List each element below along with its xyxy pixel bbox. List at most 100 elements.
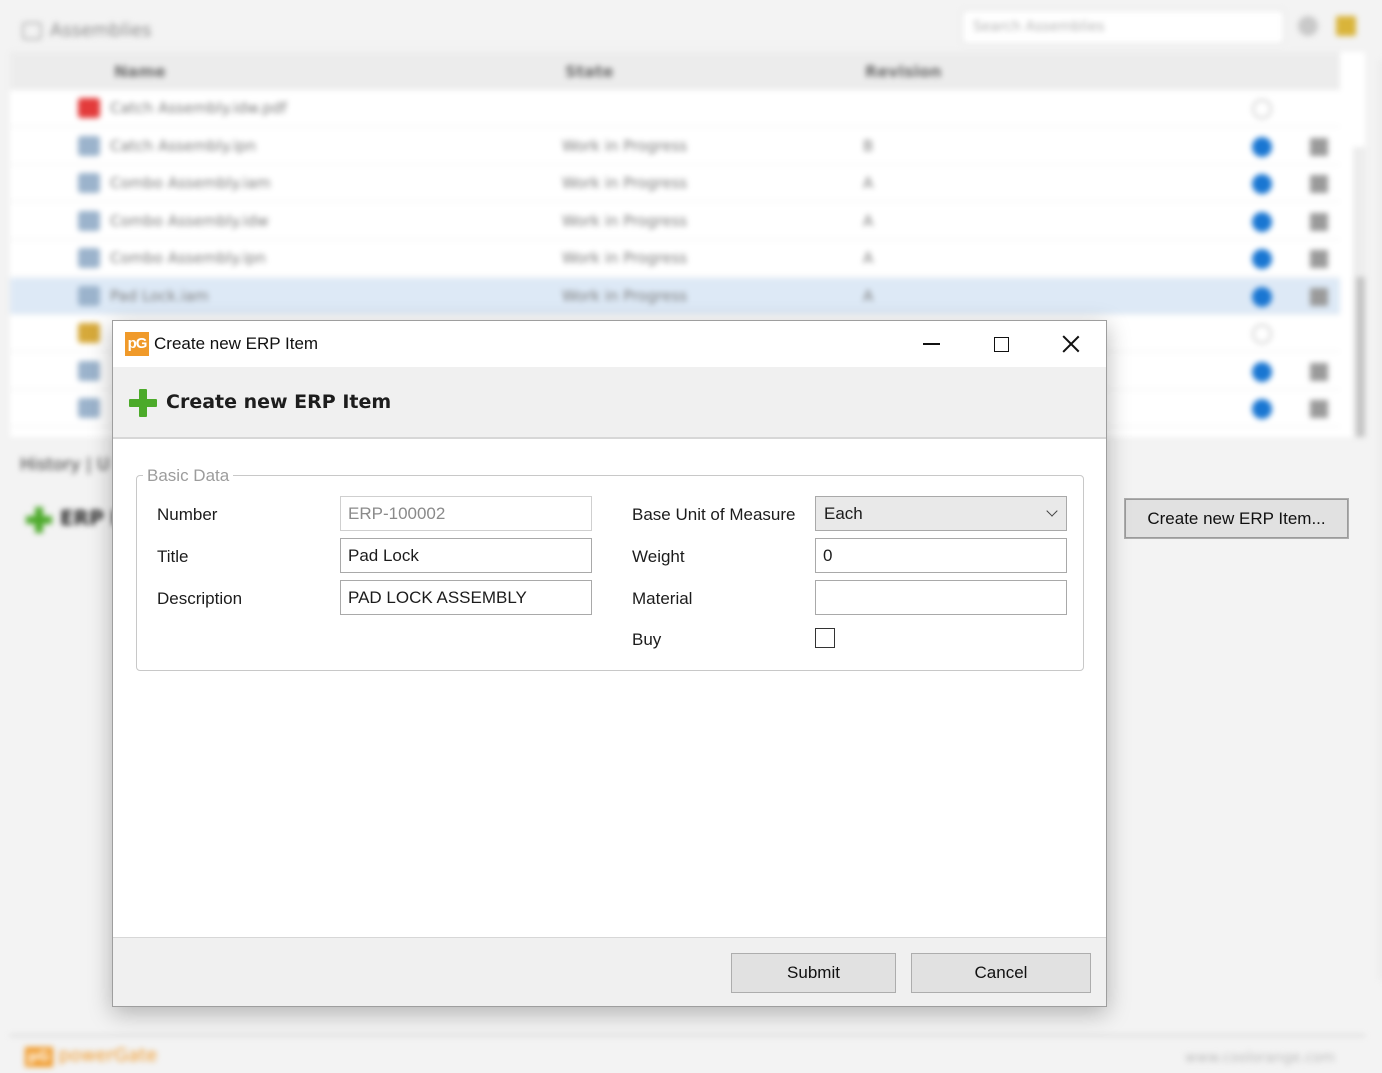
row-state: Work in Progress [562,174,688,192]
brand: pG powerGate [25,1045,157,1067]
plus-icon [26,506,52,533]
powergate-logo-icon: pG [25,1047,53,1067]
row-revision: B [863,136,874,155]
item-link-icon[interactable] [1310,137,1328,156]
base-unit-value: Each [824,504,863,523]
table-row[interactable]: Combo Assembly.idw Work in Progress A [10,203,1340,240]
status-icon [1252,136,1272,157]
number-field[interactable]: ERP-100002 [340,496,592,531]
item-link-icon[interactable] [1310,212,1328,231]
base-unit-select[interactable]: Each [815,496,1067,531]
row-revision: A [863,211,874,230]
erp-label: ERP I [60,506,119,530]
settings-icon[interactable] [1298,16,1318,36]
maximize-icon [993,336,1009,352]
powergate-app-icon: pG [125,332,149,356]
minimize-button[interactable] [896,321,966,367]
drawing-file-icon [78,210,100,231]
close-icon [1062,335,1080,353]
box-icon [22,22,42,40]
row-name: Combo Assembly.ipn [110,249,266,267]
row-state: Work in Progress [562,211,688,230]
title-label: Title [157,547,189,566]
maximize-button[interactable] [966,321,1036,367]
buy-checkbox[interactable] [815,628,835,648]
material-label: Material [632,589,693,608]
erp-tab-heading: ERP I [26,506,118,533]
row-name: Combo Assembly.idw [110,211,269,230]
dialog-heading: Create new ERP Item [166,391,392,413]
row-state: Work in Progress [562,286,688,305]
status-icon [1252,324,1272,344]
status-icon [1252,249,1272,269]
dialog-footer: Submit Cancel [113,937,1106,1006]
row-state: Work in Progress [562,249,688,267]
filter-icon[interactable] [1336,16,1356,36]
weight-label: Weight [632,547,685,566]
cancel-button[interactable]: Cancel [911,953,1091,993]
item-link-icon[interactable] [1310,287,1328,306]
base-unit-label: Base Unit of Measure [632,505,796,524]
row-name: Combo Assembly.iam [110,174,271,192]
buy-label: Buy [632,630,662,649]
presentation-file-icon [78,135,100,156]
title-field[interactable]: Pad Lock [340,538,592,573]
column-header-revision[interactable]: Revision [865,62,941,81]
row-name: Pad Lock.iam [110,286,209,305]
create-erp-item-dialog: pG Create new ERP Item Create new ERP It… [112,320,1107,1007]
column-header-name[interactable]: Name [114,62,166,81]
image-file-icon [78,323,100,343]
item-link-icon[interactable] [1310,250,1328,268]
table-row[interactable]: Combo Assembly.ipn Work in Progress A [10,240,1340,277]
assembly-file-icon [78,173,100,193]
table-row[interactable]: Catch Assembly.ipn Work in Progress B [10,128,1340,165]
table-row[interactable]: Catch Assembly.idw.pdf [10,90,1340,127]
status-icon [1252,399,1272,419]
detail-tabs[interactable]: History | U [20,455,109,475]
description-field[interactable]: PAD LOCK ASSEMBLY [340,580,592,615]
window-title: Create new ERP Item [154,334,319,353]
chevron-down-icon [1046,505,1058,517]
table-row[interactable]: Pad Lock.iam Work in Progress A [10,277,1340,315]
row-revision: A [863,174,874,192]
item-link-icon[interactable] [1310,175,1328,193]
status-icon [1252,174,1272,194]
weight-field[interactable]: 0 [815,538,1067,573]
drawing-file-icon [78,360,100,381]
create-new-erp-item-button[interactable]: Create new ERP Item... [1124,498,1349,539]
pdf-file-icon [78,98,100,118]
description-label: Description [157,589,243,608]
close-button[interactable] [1036,321,1106,367]
status-icon [1252,286,1272,307]
brand-name: powerGate [58,1045,158,1066]
minimize-icon [922,343,940,345]
row-state: Work in Progress [562,136,688,155]
dialog-header: Create new ERP Item [113,367,1106,439]
column-header-state[interactable]: State [565,62,613,81]
plus-icon [129,389,157,417]
status-icon [1252,99,1272,119]
presentation-file-icon [78,398,100,418]
submit-button[interactable]: Submit [731,953,896,993]
table-scrollbar[interactable] [1353,147,1365,437]
status-icon [1252,211,1272,232]
search-input[interactable]: Search Assemblies [962,10,1284,44]
group-title: Basic Data [143,466,234,486]
material-field[interactable] [815,580,1067,615]
scrollbar-thumb[interactable] [1356,277,1365,437]
status-divider [10,1035,1365,1036]
website-link[interactable]: www.coolorange.com [1185,1050,1335,1066]
item-link-icon[interactable] [1310,362,1328,381]
row-revision: A [863,286,874,305]
dialog-titlebar[interactable]: pG Create new ERP Item [113,321,1106,367]
number-label: Number [157,505,218,524]
table-header: Name State Revision [10,52,1340,90]
presentation-file-icon [78,248,100,268]
status-icon [1252,361,1272,382]
row-name: Catch Assembly.ipn [110,136,257,155]
row-name: Catch Assembly.idw.pdf [110,99,287,117]
table-row[interactable]: Combo Assembly.iam Work in Progress A [10,165,1340,202]
assembly-file-icon [78,285,100,306]
panel-title: Assemblies [50,20,152,41]
item-link-icon[interactable] [1310,400,1328,418]
